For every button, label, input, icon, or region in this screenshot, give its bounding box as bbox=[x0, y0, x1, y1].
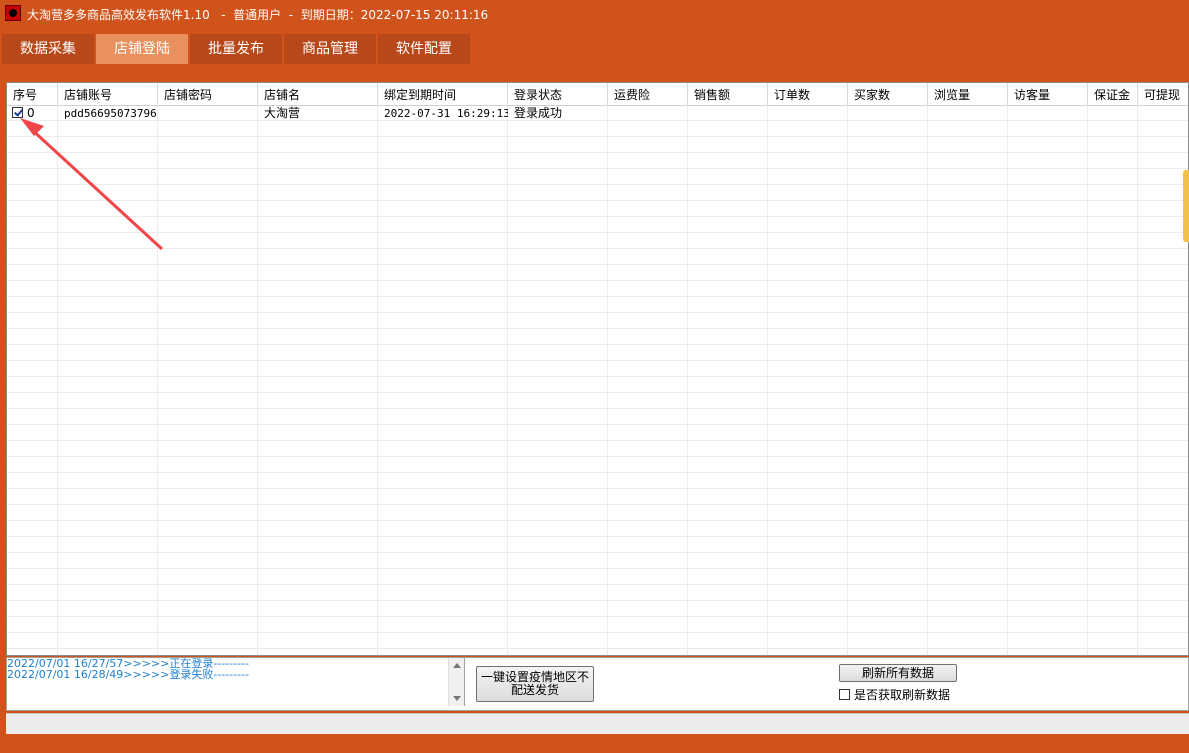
col-header-account[interactable]: 店铺账号 bbox=[58, 83, 158, 105]
col-header-buyers[interactable]: 买家数 bbox=[848, 83, 928, 105]
row-shop-name: 大淘营 bbox=[264, 106, 301, 120]
scroll-down-icon[interactable] bbox=[453, 696, 461, 701]
col-header-views[interactable]: 浏览量 bbox=[928, 83, 1008, 105]
refresh-option-label: 是否获取刷新数据 bbox=[854, 688, 951, 702]
covid-button-line2: 配送发货 bbox=[510, 683, 559, 697]
app-logo-icon bbox=[5, 5, 21, 21]
col-header-shop-name[interactable]: 店铺名 bbox=[258, 83, 378, 105]
col-header-withdrawable[interactable]: 可提现 bbox=[1138, 83, 1188, 105]
refresh-checkbox[interactable] bbox=[839, 689, 850, 700]
col-header-login-status[interactable]: 登录状态 bbox=[508, 83, 608, 105]
col-header-sales[interactable]: 销售额 bbox=[688, 83, 768, 105]
shop-table: 序号 店铺账号 店铺密码 店铺名 绑定到期时间 登录状态 运费险 销售额 订单数… bbox=[6, 82, 1189, 656]
row-index-cell: 0 bbox=[7, 105, 58, 121]
col-header-expire-time[interactable]: 绑定到期时间 bbox=[378, 83, 508, 105]
row-expire-time: 2022-07-31 16:29:13 bbox=[384, 107, 508, 120]
title-bar: 大淘营多多商品高效发布软件1.10 - 普通用户 - 到期日期：2022-07-… bbox=[0, 0, 1189, 28]
log-line: 2022/07/01 16/28/49>>>>>登录失败--------- bbox=[7, 668, 250, 681]
row-account: pdd56695073796 bbox=[64, 107, 157, 120]
col-header-freight-insurance[interactable]: 运费险 bbox=[608, 83, 688, 105]
log-scrollbar[interactable] bbox=[448, 658, 464, 706]
refresh-all-button[interactable]: 刷新所有数据 bbox=[839, 664, 957, 682]
col-header-deposit[interactable]: 保证金 bbox=[1088, 83, 1138, 105]
row-select-checkbox[interactable] bbox=[12, 107, 23, 118]
tab-batch-publish[interactable]: 批量发布 bbox=[190, 34, 282, 64]
table-header: 序号 店铺账号 店铺密码 店铺名 绑定到期时间 登录状态 运费险 销售额 订单数… bbox=[7, 83, 1188, 106]
table-row[interactable]: 0 pdd56695073796 大淘营 2022-07-31 16:29:13… bbox=[7, 105, 1188, 121]
row-password bbox=[158, 105, 258, 121]
tab-data-collection[interactable]: 数据采集 bbox=[2, 34, 94, 64]
row-login-status: 登录成功 bbox=[514, 106, 563, 120]
col-header-orders[interactable]: 订单数 bbox=[768, 83, 848, 105]
bottom-panel: 2022/07/01 16/27/57>>>>>正在登录--------- 20… bbox=[6, 657, 1189, 711]
status-bar bbox=[6, 713, 1189, 734]
main-tabs: 数据采集 店铺登陆 批量发布 商品管理 软件配置 bbox=[2, 34, 470, 64]
window-title: 大淘营多多商品高效发布软件1.10 - 普通用户 - 到期日期：2022-07-… bbox=[27, 8, 489, 22]
col-header-password[interactable]: 店铺密码 bbox=[158, 83, 258, 105]
row-index: 0 bbox=[27, 106, 35, 120]
side-handle[interactable] bbox=[1183, 170, 1189, 242]
col-header-index[interactable]: 序号 bbox=[7, 83, 58, 105]
tab-product-management[interactable]: 商品管理 bbox=[284, 34, 376, 64]
col-header-visitors[interactable]: 访客量 bbox=[1008, 83, 1088, 105]
refresh-option[interactable]: 是否获取刷新数据 bbox=[839, 686, 950, 703]
scroll-up-icon[interactable] bbox=[453, 663, 461, 668]
log-box[interactable]: 2022/07/01 16/27/57>>>>>正在登录--------- 20… bbox=[7, 658, 465, 706]
tab-shop-login[interactable]: 店铺登陆 bbox=[96, 34, 188, 64]
tab-software-settings[interactable]: 软件配置 bbox=[378, 34, 470, 64]
covid-region-button[interactable]: 一键设置疫情地区不 配送发货 bbox=[476, 666, 594, 702]
table-body: 0 pdd56695073796 大淘营 2022-07-31 16:29:13… bbox=[7, 105, 1188, 655]
